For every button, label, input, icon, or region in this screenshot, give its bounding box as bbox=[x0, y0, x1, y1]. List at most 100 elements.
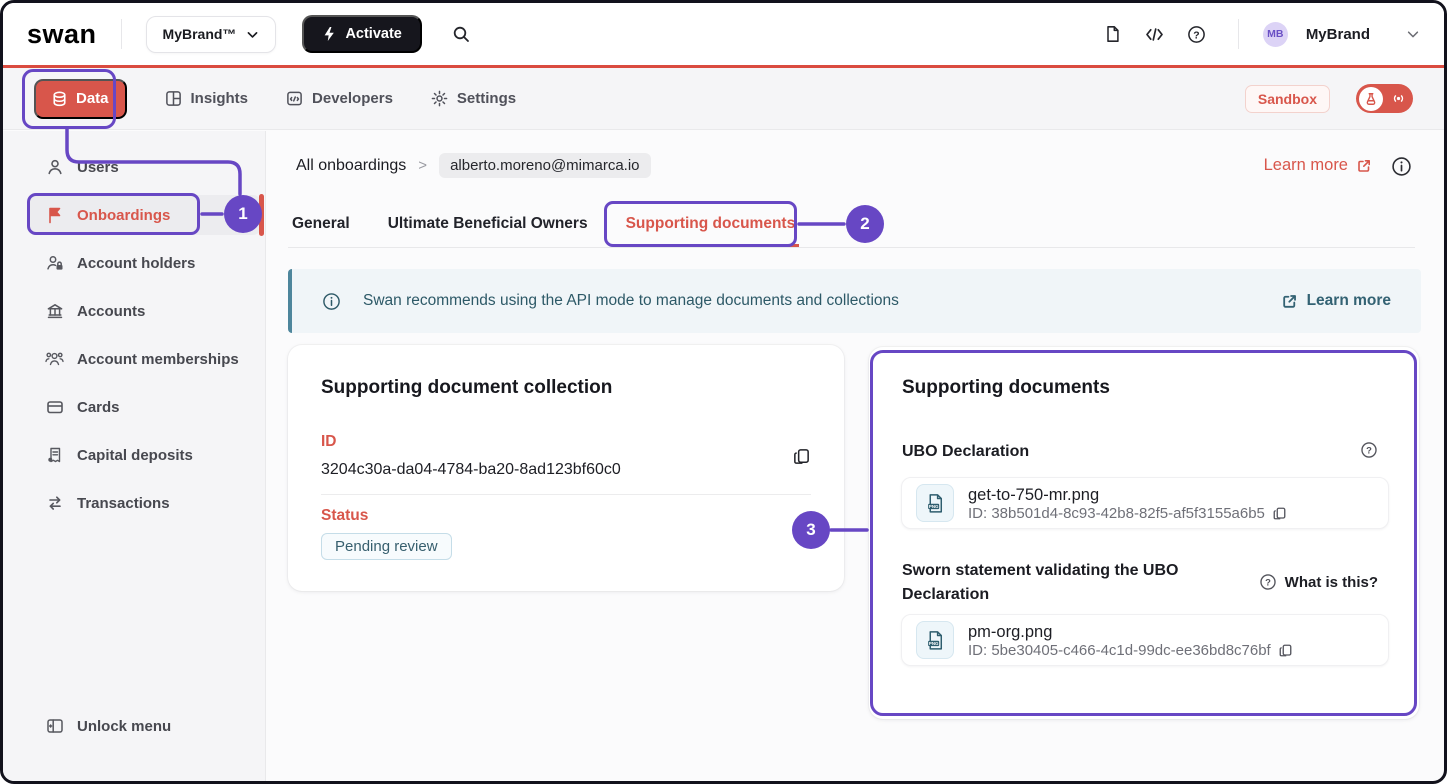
file-name: get-to-750-mr.png bbox=[968, 485, 1287, 505]
chevron-down-icon bbox=[246, 28, 259, 41]
sidebar-item-label: Accounts bbox=[77, 303, 145, 320]
status-label: Status bbox=[321, 507, 368, 525]
tab-bar: General Ultimate Beneficial Owners Suppo… bbox=[288, 203, 1415, 248]
flask-icon bbox=[1359, 87, 1383, 111]
org-switcher-label: MyBrand™ bbox=[163, 26, 237, 42]
sidebar-item-unlock-menu[interactable]: Unlock menu bbox=[3, 706, 266, 746]
app-window: swan MyBrand™ Activate ? bbox=[0, 0, 1447, 784]
nav-item-data-label: Data bbox=[76, 90, 109, 107]
developers-icon bbox=[286, 90, 303, 107]
what-is-this-link[interactable]: ? What is this? bbox=[1259, 573, 1378, 591]
file-row[interactable]: PNG get-to-750-mr.png ID: 38b501d4-8c93-… bbox=[901, 477, 1389, 529]
nav-item-insights[interactable]: Insights bbox=[165, 90, 249, 107]
user-icon bbox=[45, 158, 64, 176]
flag-icon bbox=[45, 206, 64, 224]
file-id: ID: 5be30405-c466-4c1d-99dc-ee36bd8c76bf bbox=[968, 642, 1271, 659]
learn-more-link[interactable]: Learn more bbox=[1264, 156, 1372, 175]
sidebar-item-users[interactable]: Users bbox=[3, 147, 266, 187]
live-signal-icon bbox=[1391, 91, 1406, 106]
sandbox-badge: Sandbox bbox=[1245, 85, 1330, 113]
divider bbox=[321, 494, 811, 495]
lightning-icon bbox=[322, 26, 336, 42]
sidebar-item-label: Users bbox=[77, 159, 119, 176]
card-title: Supporting document collection bbox=[321, 377, 612, 399]
what-is-this-label: What is this? bbox=[1285, 574, 1378, 591]
code-icon[interactable] bbox=[1138, 17, 1172, 51]
header: swan MyBrand™ Activate ? bbox=[3, 3, 1444, 65]
sidebar-item-label: Account holders bbox=[77, 255, 195, 272]
nav-right: Sandbox bbox=[1245, 84, 1413, 113]
banner-text: Swan recommends using the API mode to ma… bbox=[363, 292, 899, 310]
card-icon bbox=[45, 398, 64, 416]
sidebar-item-cards[interactable]: Cards bbox=[3, 387, 266, 427]
file-row[interactable]: PNG pm-org.png ID: 5be30405-c466-4c1d-99… bbox=[901, 614, 1389, 666]
info-icon[interactable] bbox=[1391, 156, 1412, 177]
banner-learn-more-link[interactable]: Learn more bbox=[1281, 292, 1391, 310]
swan-logo: swan bbox=[27, 19, 97, 50]
nav-item-developers-label: Developers bbox=[312, 90, 393, 107]
nav-item-developers[interactable]: Developers bbox=[286, 90, 393, 107]
learn-more-label: Learn more bbox=[1264, 156, 1348, 175]
sidebar-item-onboardings[interactable]: Onboardings bbox=[3, 195, 266, 235]
divider bbox=[1238, 19, 1239, 49]
document-icon[interactable] bbox=[1096, 17, 1130, 51]
tab-general[interactable]: General bbox=[288, 203, 354, 247]
avatar[interactable]: MB bbox=[1263, 22, 1288, 47]
copy-icon[interactable] bbox=[1272, 506, 1287, 521]
info-banner: Swan recommends using the API mode to ma… bbox=[288, 269, 1421, 333]
breadcrumb-separator: > bbox=[418, 157, 427, 174]
sidebar: Users Onboardings Account holders Accoun… bbox=[3, 131, 266, 781]
environment-toggle[interactable] bbox=[1356, 84, 1413, 113]
id-value: 3204c30a-da04-4784-ba20-8ad123bf60c0 bbox=[321, 461, 621, 479]
nav-item-insights-label: Insights bbox=[191, 90, 249, 107]
copy-icon[interactable] bbox=[792, 447, 811, 466]
insights-icon bbox=[165, 90, 182, 107]
file-id: ID: 38b501d4-8c93-42b8-82f5-af5f3155a6b5 bbox=[968, 505, 1265, 522]
svg-text:?: ? bbox=[1194, 30, 1200, 41]
supporting-documents-card: Supporting documents UBO Declaration ? P… bbox=[869, 347, 1419, 719]
header-actions: ? MB MyBrand bbox=[1096, 17, 1420, 51]
chevron-down-icon[interactable] bbox=[1406, 27, 1420, 41]
banner-learn-more-label: Learn more bbox=[1307, 292, 1391, 310]
primary-nav: Data Insights Developers Settings Sandbo… bbox=[3, 68, 1444, 130]
info-icon bbox=[322, 292, 341, 311]
transfer-arrows-icon bbox=[45, 494, 64, 512]
sidebar-item-account-memberships[interactable]: Account memberships bbox=[3, 339, 266, 379]
nav-item-settings[interactable]: Settings bbox=[431, 90, 516, 107]
activate-button[interactable]: Activate bbox=[302, 15, 421, 53]
external-link-icon bbox=[1281, 293, 1298, 310]
breadcrumb-root[interactable]: All onboardings bbox=[296, 157, 406, 175]
breadcrumb-current: alberto.moreno@mimarca.io bbox=[439, 153, 650, 178]
copy-icon[interactable] bbox=[1278, 643, 1293, 658]
png-file-icon: PNG bbox=[916, 621, 954, 659]
sidebar-item-transactions[interactable]: Transactions bbox=[3, 483, 266, 523]
nav-item-data[interactable]: Data bbox=[34, 79, 127, 119]
sidebar-item-label: Capital deposits bbox=[77, 447, 193, 464]
sidebar-item-capital-deposits[interactable]: Capital deposits bbox=[3, 435, 266, 475]
question-icon[interactable]: ? bbox=[1360, 441, 1378, 459]
activate-label: Activate bbox=[345, 26, 401, 42]
sidebar-item-accounts[interactable]: Accounts bbox=[3, 291, 266, 331]
sidebar-item-label: Unlock menu bbox=[77, 718, 171, 735]
svg-text:PNG: PNG bbox=[928, 503, 938, 508]
file-name: pm-org.png bbox=[968, 622, 1293, 642]
sidebar-item-account-holders[interactable]: Account holders bbox=[3, 243, 266, 283]
sidebar-item-label: Account memberships bbox=[77, 351, 239, 368]
tab-ultimate-beneficial-owners[interactable]: Ultimate Beneficial Owners bbox=[384, 203, 592, 247]
divider bbox=[121, 19, 122, 49]
file-info: get-to-750-mr.png ID: 38b501d4-8c93-42b8… bbox=[968, 485, 1287, 522]
svg-text:?: ? bbox=[1366, 445, 1372, 456]
help-icon[interactable]: ? bbox=[1180, 17, 1214, 51]
nav-item-settings-label: Settings bbox=[457, 90, 516, 107]
svg-text:PNG: PNG bbox=[928, 640, 938, 645]
user-lock-icon bbox=[45, 254, 64, 272]
tab-supporting-documents[interactable]: Supporting documents bbox=[622, 203, 800, 247]
org-switcher-button[interactable]: MyBrand™ bbox=[146, 16, 277, 53]
receipt-coin-icon bbox=[45, 446, 64, 464]
account-name[interactable]: MyBrand bbox=[1306, 26, 1370, 43]
sidebar-item-label: Onboardings bbox=[77, 207, 170, 224]
search-icon[interactable] bbox=[444, 17, 478, 51]
status-badge: Pending review bbox=[321, 533, 452, 560]
question-icon: ? bbox=[1259, 573, 1277, 591]
sidebar-item-label: Transactions bbox=[77, 495, 170, 512]
